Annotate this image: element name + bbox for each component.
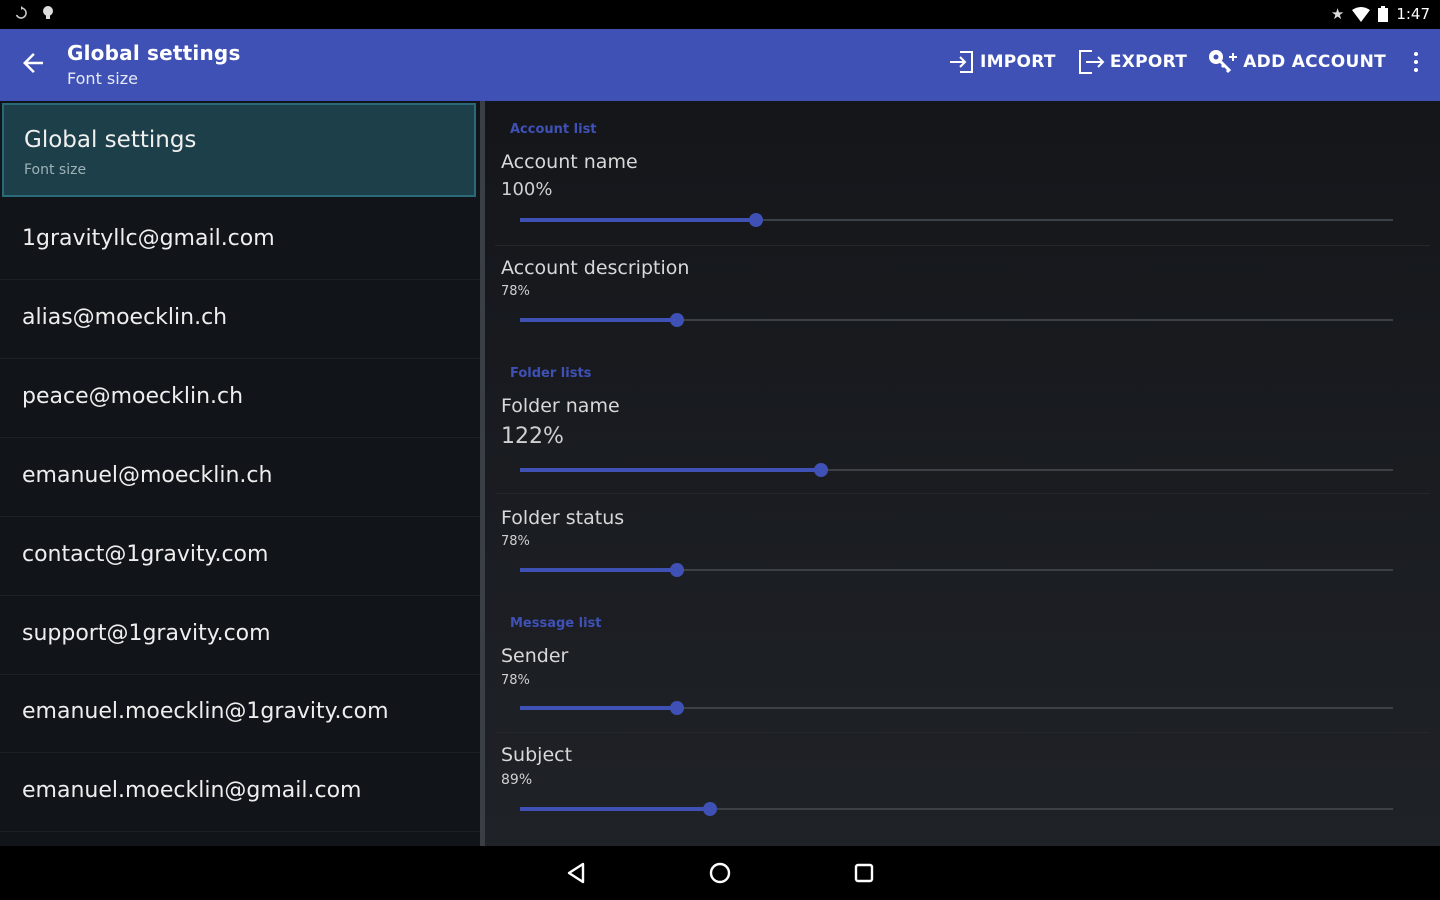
system-nav-bar (0, 846, 1440, 900)
section-header-message-list: Message list (510, 616, 602, 631)
export-label: EXPORT (1109, 52, 1188, 72)
font-size-slider[interactable] (520, 463, 1393, 477)
status-bar: ★ 1:47 (0, 0, 1440, 29)
notification-icon (43, 6, 53, 19)
sidebar-item-global-settings[interactable]: Global settings Font size (2, 103, 476, 197)
account-email: peace@moecklin.ch (22, 384, 244, 409)
slider-thumb[interactable] (670, 313, 685, 327)
sidebar-item-subtitle: Font size (24, 162, 87, 178)
sidebar-item-account[interactable]: support@1gravity.com (0, 597, 480, 675)
star-icon: ★ (1330, 5, 1345, 23)
overflow-menu-icon[interactable] (1406, 47, 1426, 77)
pref-title: Folder name (501, 395, 620, 417)
slider-fill (520, 706, 678, 710)
slider-thumb[interactable] (670, 701, 685, 715)
recents-square-icon[interactable] (851, 860, 877, 886)
account-email: emanuel.moecklin@1gravity.com (22, 699, 389, 724)
battery-icon (1378, 6, 1389, 22)
pref-title: Sender (501, 645, 569, 667)
pref-subject[interactable]: Subject 89% (485, 733, 1440, 833)
app-bar-actions: IMPORT EXPORT ADD ACCOUNT (948, 47, 1426, 77)
sidebar-item-title: Global settings (24, 127, 197, 153)
account-email: contact@1gravity.com (22, 542, 269, 567)
slider-thumb[interactable] (814, 463, 829, 477)
sidebar-item-account[interactable]: 1gravityllc@gmail.com (0, 202, 480, 280)
account-email: support@1gravity.com (22, 621, 271, 646)
pref-value: 89% (501, 772, 533, 788)
add-account-label: ADD ACCOUNT (1243, 52, 1386, 72)
pref-title: Folder status (501, 507, 625, 529)
sidebar-item-account[interactable]: alias@moecklin.ch (0, 281, 480, 359)
app-bar-titles: Global settings Font size (67, 41, 241, 88)
font-size-slider[interactable] (520, 313, 1393, 327)
divider (495, 245, 1430, 246)
back-triangle-icon[interactable] (563, 860, 589, 886)
export-icon (1078, 50, 1105, 74)
pref-account-name[interactable]: Account name 100% (485, 143, 1440, 247)
sync-icon (15, 6, 27, 19)
export-button[interactable]: EXPORT (1076, 47, 1187, 77)
add-account-button[interactable]: ADD ACCOUNT (1207, 48, 1386, 76)
slider-thumb[interactable] (748, 213, 763, 227)
pref-folder-name[interactable]: Folder name 122% (485, 389, 1440, 495)
pref-account-description[interactable]: Account description 78% (485, 247, 1440, 347)
pref-value: 100% (501, 179, 553, 200)
font-size-settings: Account list Account name 100% Account d… (485, 101, 1440, 846)
font-size-slider[interactable] (520, 213, 1393, 227)
import-button[interactable]: IMPORT (948, 48, 1056, 76)
pref-value: 78% (501, 534, 530, 549)
pref-folder-status[interactable]: Folder status 78% (485, 495, 1440, 595)
font-size-slider[interactable] (520, 701, 1393, 715)
import-icon (949, 51, 973, 73)
pref-value: 122% (501, 424, 564, 449)
pref-title: Subject (501, 744, 573, 766)
add-key-icon (1209, 50, 1238, 74)
account-email: emanuel@moecklin.ch (22, 463, 273, 488)
sidebar-item-account[interactable]: emanuel.moecklin@1gravity.com (0, 675, 480, 753)
pref-value: 78% (501, 673, 530, 688)
page-subtitle: Font size (67, 69, 138, 88)
sidebar-item-account[interactable]: contact@1gravity.com (0, 518, 480, 596)
slider-fill (520, 218, 756, 222)
font-size-slider[interactable] (520, 802, 1393, 816)
wifi-icon (1352, 6, 1371, 22)
slider-thumb[interactable] (703, 802, 718, 816)
page-title: Global settings (67, 41, 241, 65)
sidebar-item-account[interactable]: emanuel.moecklin@gmail.com (0, 754, 480, 832)
account-sidebar: Global settings Font size 1gravityllc@gm… (0, 101, 480, 846)
pref-sender[interactable]: Sender 78% (485, 639, 1440, 733)
account-email: alias@moecklin.ch (22, 305, 228, 330)
slider-fill (520, 468, 822, 472)
slider-thumb[interactable] (670, 563, 685, 577)
sidebar-item-account[interactable]: emanuel@moecklin.ch (0, 439, 480, 517)
pref-title: Account name (501, 151, 638, 173)
account-email: 1gravityllc@gmail.com (22, 226, 275, 251)
account-email: emanuel.moecklin@gmail.com (22, 778, 362, 803)
pref-value: 78% (501, 284, 530, 299)
slider-fill (520, 318, 678, 322)
app-bar: Global settings Font size IMPORT EXPORT (0, 29, 1440, 101)
section-header-account-list: Account list (510, 122, 597, 137)
sidebar-item-account[interactable]: peace@moecklin.ch (0, 360, 480, 438)
pref-title: Account description (501, 257, 690, 279)
slider-fill (520, 807, 711, 811)
import-label: IMPORT (979, 52, 1056, 72)
home-circle-icon[interactable] (707, 860, 733, 886)
slider-fill (520, 568, 678, 572)
clock: 1:47 (1396, 5, 1430, 23)
section-header-folder-lists: Folder lists (510, 366, 592, 381)
font-size-slider[interactable] (520, 563, 1393, 577)
back-arrow-icon[interactable] (18, 48, 48, 78)
divider (495, 493, 1430, 494)
